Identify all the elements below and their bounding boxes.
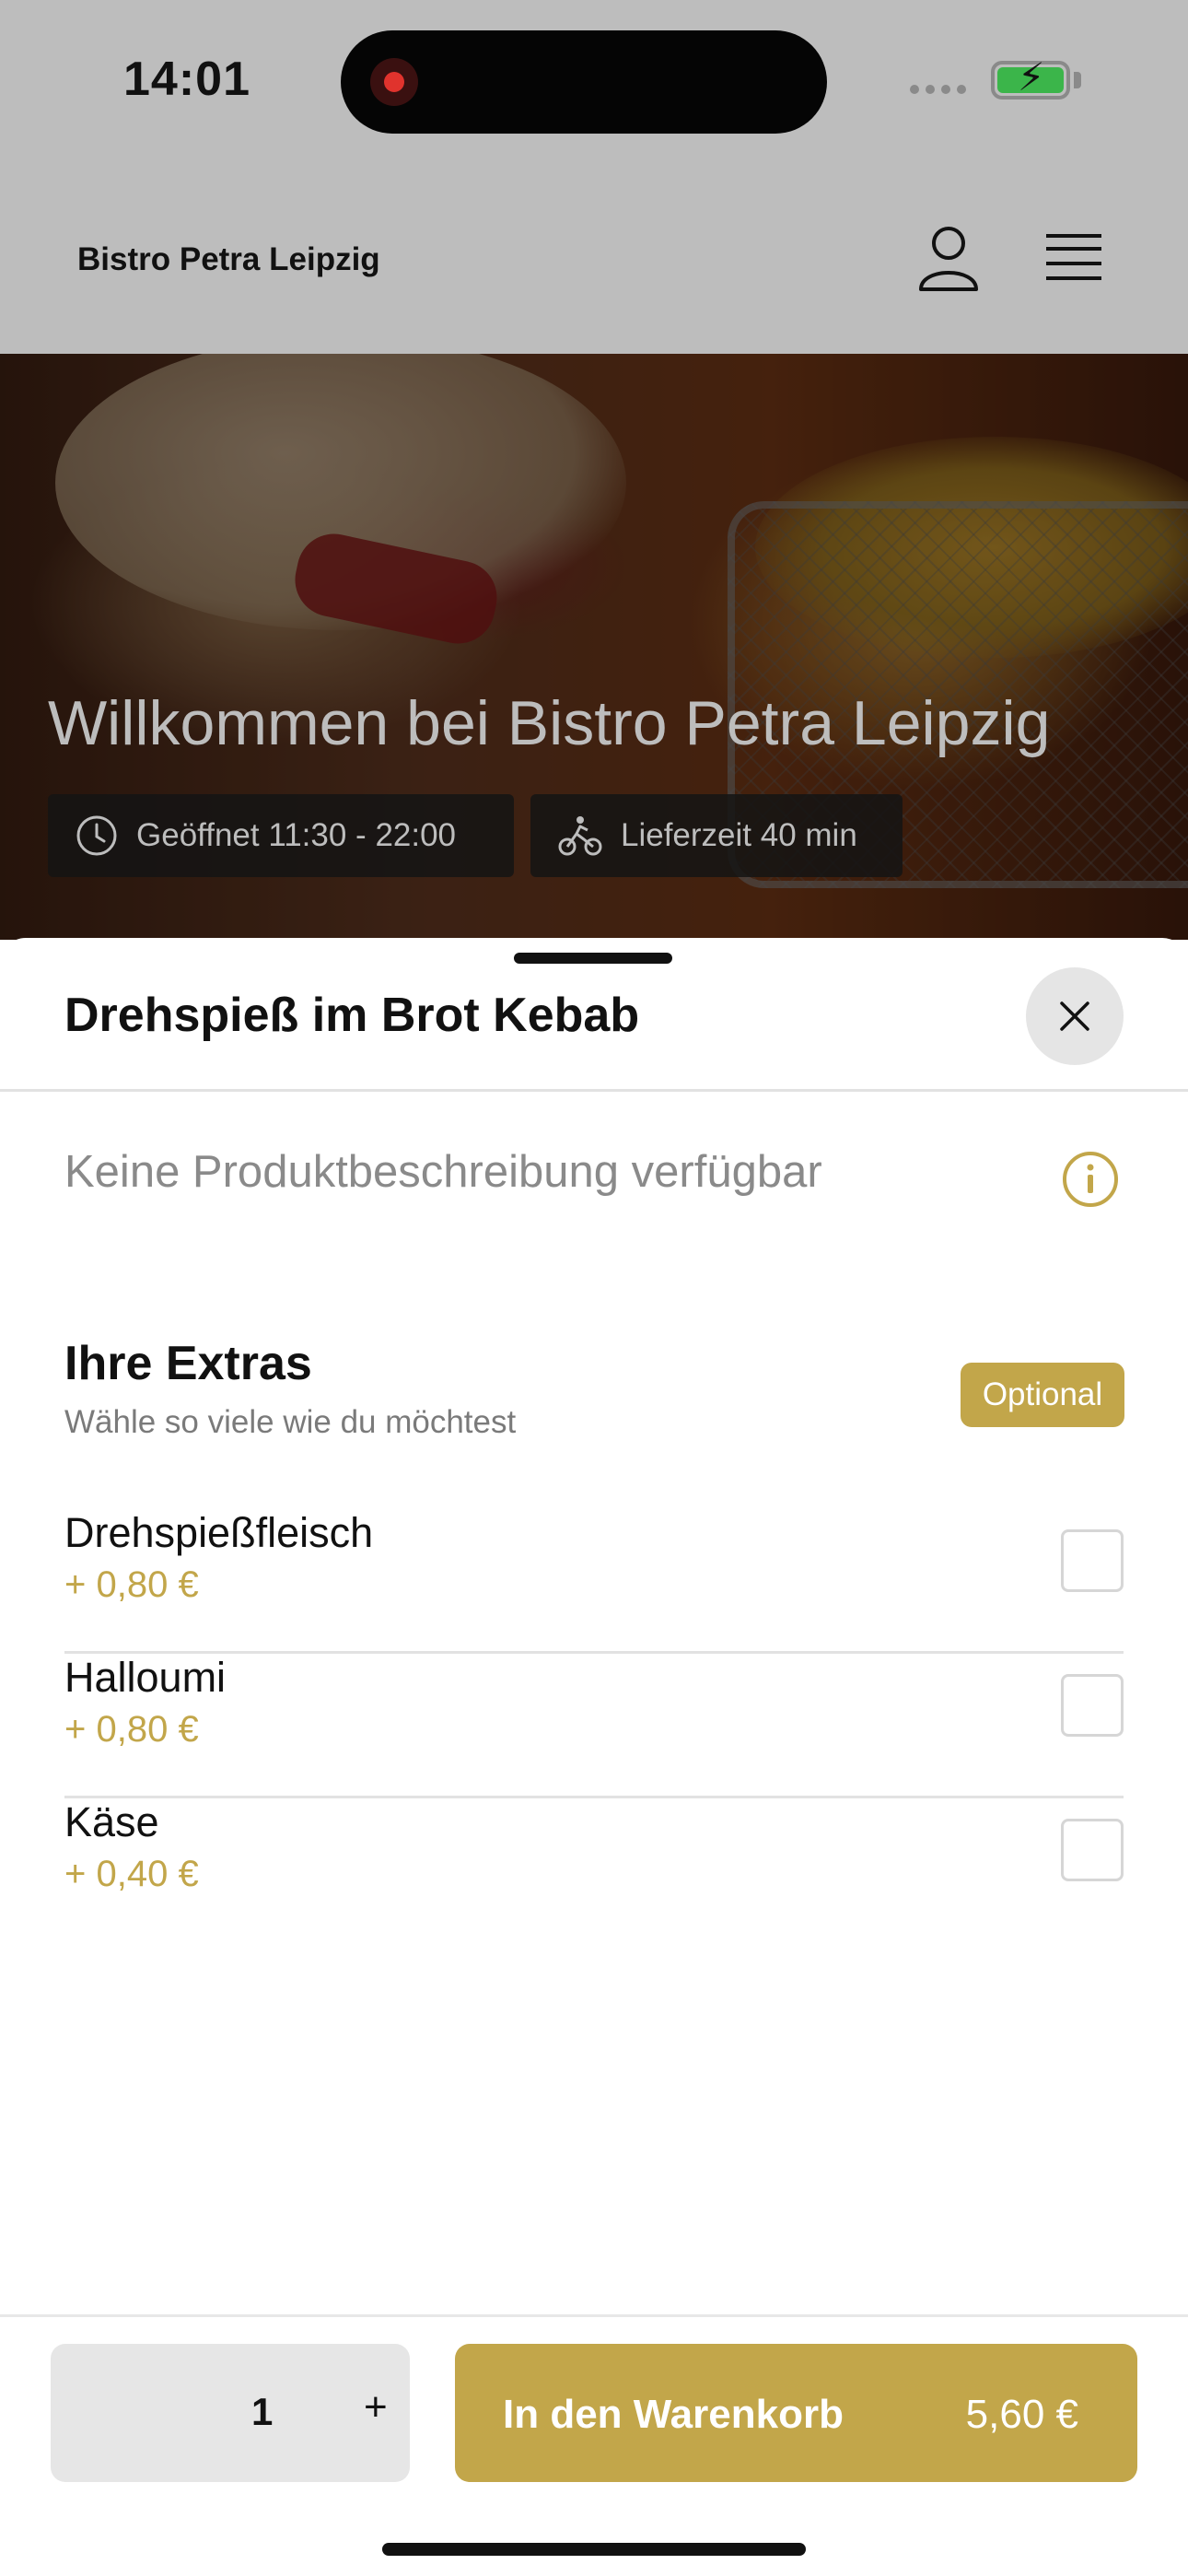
extra-option-price: + 0,40 € xyxy=(64,1854,199,1894)
product-description: Keine Produktbeschreibung verfügbar xyxy=(64,1147,822,1197)
extra-option-name: Drehspießfleisch xyxy=(64,1509,374,1556)
add-to-cart-button[interactable]: In den Warenkorb 5,60 € xyxy=(455,2344,1137,2482)
home-indicator[interactable] xyxy=(382,2543,806,2556)
brand-name[interactable]: Bistro Petra Leipzig xyxy=(77,241,380,278)
recording-indicator-icon xyxy=(370,58,418,106)
hero-title: Willkommen bei Bistro Petra Leipzig xyxy=(48,688,1051,758)
user-icon[interactable] xyxy=(912,221,985,295)
sheet-grabber[interactable] xyxy=(514,953,672,964)
product-title: Drehspieß im Brot Kebab xyxy=(64,989,640,1042)
extra-option[interactable]: Halloumi + 0,80 € xyxy=(64,1654,1124,1798)
extras-subtitle: Wähle so viele wie du möchtest xyxy=(64,1404,517,1440)
battery-icon: ⚡ xyxy=(991,55,1070,100)
optional-badge: Optional xyxy=(961,1363,1124,1427)
hamburger-menu-icon[interactable] xyxy=(1041,228,1107,286)
extras-title: Ihre Extras xyxy=(64,1337,312,1390)
status-bar: 14:01 ⚡ xyxy=(0,0,1188,166)
cart-total: 5,60 € xyxy=(965,2392,1078,2437)
decrease-quantity-button[interactable] xyxy=(69,2381,134,2445)
extra-option-name: Halloumi xyxy=(64,1654,227,1701)
quantity-value: 1 xyxy=(251,2390,274,2433)
extra-option-price: + 0,80 € xyxy=(64,1709,199,1750)
close-button[interactable] xyxy=(1026,967,1124,1065)
charging-bolt-icon: ⚡ xyxy=(1018,55,1045,99)
info-icon[interactable] xyxy=(1061,1150,1120,1209)
delivery-bike-icon xyxy=(558,816,602,856)
quantity-stepper[interactable]: 1 + xyxy=(51,2344,410,2482)
extra-option-checkbox[interactable] xyxy=(1061,1674,1124,1737)
background-page: 14:01 ⚡ Bistro Petra Leipzig Willkommen … xyxy=(0,0,1188,940)
footer-divider xyxy=(0,2314,1188,2317)
hero-banner: Willkommen bei Bistro Petra Leipzig Geöf… xyxy=(0,354,1188,940)
extra-option-price: + 0,80 € xyxy=(64,1564,199,1605)
dynamic-island xyxy=(341,30,827,134)
delivery-time-chip: Lieferzeit 40 min xyxy=(530,794,903,877)
increase-quantity-button[interactable]: + xyxy=(364,2384,388,2430)
extra-option[interactable]: Käse + 0,40 € xyxy=(64,1798,1124,1909)
add-to-cart-label: In den Warenkorb xyxy=(503,2392,844,2437)
extra-option[interactable]: Drehspießfleisch + 0,80 € xyxy=(64,1509,1124,1654)
extra-option-name: Käse xyxy=(64,1798,159,1845)
signal-icon xyxy=(910,85,966,94)
extra-option-checkbox[interactable] xyxy=(1061,1529,1124,1592)
app-header: Bistro Petra Leipzig xyxy=(0,166,1188,354)
delivery-time-text: Lieferzeit 40 min xyxy=(621,817,857,853)
opening-hours-text: Geöffnet 11:30 - 22:00 xyxy=(136,817,457,853)
product-sheet: Drehspieß im Brot Kebab Keine Produktbes… xyxy=(0,938,1188,2576)
opening-hours-chip: Geöffnet 11:30 - 22:00 xyxy=(48,794,514,877)
clock-icon xyxy=(76,815,117,856)
divider xyxy=(0,1089,1188,1092)
status-time: 14:01 xyxy=(123,53,250,106)
extra-option-checkbox[interactable] xyxy=(1061,1819,1124,1881)
close-icon xyxy=(1060,1001,1089,1031)
